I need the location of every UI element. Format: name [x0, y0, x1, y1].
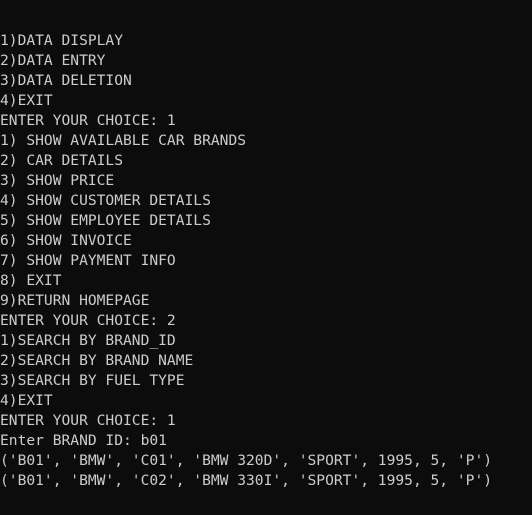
- search-item-exit: 4)EXIT: [0, 392, 53, 409]
- search-item-brand-name: 2)SEARCH BY BRAND NAME: [0, 352, 194, 369]
- choice-prompt: ENTER YOUR CHOICE: 2: [0, 312, 176, 329]
- result-row: ('B01', 'BMW', 'C02', 'BMW 330I', 'SPORT…: [0, 472, 493, 489]
- menu-item-data-entry: 2)DATA ENTRY: [0, 52, 106, 69]
- result-row: ('B01', 'BMW', 'C01', 'BMW 320D', 'SPORT…: [0, 452, 493, 469]
- choice-prompt: ENTER YOUR CHOICE: 1: [0, 112, 176, 129]
- menu-item-data-display: 1)DATA DISPLAY: [0, 32, 124, 49]
- submenu-item-show-invoice: 6) SHOW INVOICE: [0, 232, 132, 249]
- submenu-item-exit: 8) EXIT: [0, 272, 62, 289]
- submenu-item-show-price: 3) SHOW PRICE: [0, 172, 115, 189]
- submenu-item-payment-info: 7) SHOW PAYMENT INFO: [0, 252, 176, 269]
- submenu-item-return-homepage: 9)RETURN HOMEPAGE: [0, 292, 150, 309]
- submenu-item-employee-details: 5) SHOW EMPLOYEE DETAILS: [0, 212, 211, 229]
- submenu-item-show-brands: 1) SHOW AVAILABLE CAR BRANDS: [0, 132, 247, 149]
- choice-prompt: ENTER YOUR CHOICE: 1: [0, 412, 176, 429]
- brand-id-prompt: Enter BRAND ID: b01: [0, 432, 167, 449]
- menu-item-exit: 4)EXIT: [0, 92, 53, 109]
- submenu-item-car-details: 2) CAR DETAILS: [0, 152, 124, 169]
- search-item-brand-id: 1)SEARCH BY BRAND_ID: [0, 332, 176, 349]
- search-item-fuel-type: 3)SEARCH BY FUEL TYPE: [0, 372, 185, 389]
- submenu-item-customer-details: 4) SHOW CUSTOMER DETAILS: [0, 192, 211, 209]
- console-output[interactable]: 1)DATA DISPLAY 2)DATA ENTRY 3)DATA DELET…: [0, 0, 532, 515]
- menu-item-data-deletion: 3)DATA DELETION: [0, 72, 132, 89]
